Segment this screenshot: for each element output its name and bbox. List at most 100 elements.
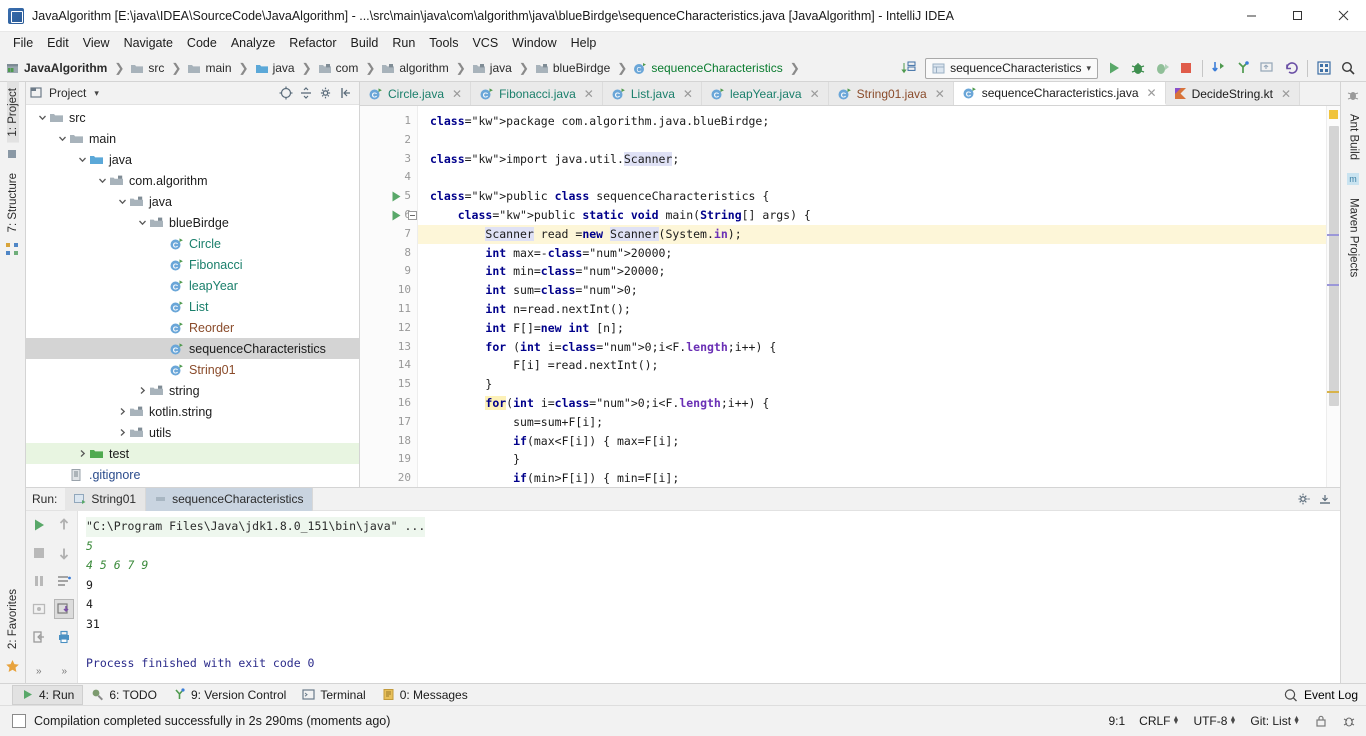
inspections-icon[interactable] [1342,714,1356,728]
tree-expand-arrow-icon[interactable] [136,384,149,397]
pause-icon[interactable] [29,571,49,591]
scroll-down-icon[interactable] [54,543,74,563]
tree-expand-arrow-icon[interactable] [76,447,89,460]
tree-node-main[interactable]: main [26,128,359,149]
stop-icon[interactable] [1174,57,1198,79]
tree-node--gitignore[interactable]: .gitignore [26,464,359,485]
breadcrumb-src[interactable]: src ❯ [130,61,187,75]
file-encoding[interactable]: UTF-8 ▲▼ [1193,714,1236,728]
minimize-button[interactable] [1228,0,1274,32]
coverage-icon[interactable] [1150,57,1174,79]
expand-icon[interactable]: » [29,661,49,681]
code-line[interactable]: int max=-class="num">20000; [430,244,1326,263]
breadcrumb-project[interactable]: JavaAlgorithm ❯ [6,61,130,75]
event-log-label[interactable]: Event Log [1304,688,1358,702]
menu-run[interactable]: Run [385,33,422,54]
lock-icon[interactable] [1314,714,1328,728]
gear-icon[interactable] [1295,490,1313,508]
sidebar-tab-structure[interactable]: 7: Structure [7,167,19,238]
editor-tab-circle-java[interactable]: CCircle.java✕ [360,82,471,105]
commit-icon[interactable] [1231,57,1255,79]
code-line[interactable]: class="kw">package com.algorithm.java.bl… [430,112,1326,131]
run-gutter-icon[interactable] [390,209,403,222]
run-gutter-icon[interactable] [390,190,403,203]
tree-expand-arrow-icon[interactable] [96,174,109,187]
soft-wrap-icon[interactable] [54,571,74,591]
code-line[interactable]: int F[]=new int [n]; [430,319,1326,338]
code-line[interactable]: class="kw">public class sequenceCharacte… [430,187,1326,206]
code-line[interactable]: sum=sum+F[i]; [430,413,1326,432]
editor-tab-sequencecharacteristics-java[interactable]: CsequenceCharacteristics.java✕ [954,82,1166,105]
tree-expand-arrow-icon[interactable] [156,321,169,334]
tree-expand-arrow-icon[interactable] [136,216,149,229]
maximize-button[interactable] [1274,0,1320,32]
close-tab-icon[interactable]: ✕ [1147,86,1157,100]
editor-tab-bar[interactable]: CCircle.java✕CFibonacci.java✕CList.java✕… [360,82,1340,106]
menu-view[interactable]: View [76,33,117,54]
editor-tab-string01-java[interactable]: CString01.java✕ [829,82,954,105]
tree-expand-arrow-icon[interactable] [116,426,129,439]
code-line[interactable]: } [430,450,1326,469]
tree-node-string[interactable]: string [26,380,359,401]
menu-edit[interactable]: Edit [40,33,76,54]
code-line[interactable]: for (int i=class="num">0;i<F.length;i++)… [430,338,1326,357]
update-project-icon[interactable] [1207,57,1231,79]
print-icon[interactable] [54,627,74,647]
menu-tools[interactable]: Tools [422,33,465,54]
run-configuration-selector[interactable]: sequenceCharacteristics ▾ [925,58,1098,79]
search-everywhere-icon[interactable] [1336,57,1360,79]
hide-icon[interactable] [337,84,355,102]
tree-expand-arrow-icon[interactable] [156,363,169,376]
code-line[interactable] [430,168,1326,187]
code-line[interactable] [430,131,1326,150]
tree-node-fibonacci[interactable]: CFibonacci [26,254,359,275]
scroll-to-end-icon[interactable] [54,599,74,619]
breadcrumb-java-pkg[interactable]: java ❯ [472,61,535,75]
tool-window-todo[interactable]: 6: TODO [83,686,165,704]
git-branch[interactable]: Git: List ▲▼ [1250,714,1300,728]
tree-node-circle[interactable]: CCircle [26,233,359,254]
tree-expand-arrow-icon[interactable] [156,300,169,313]
menu-help[interactable]: Help [564,33,604,54]
tree-node-java[interactable]: java [26,149,359,170]
undo-icon[interactable] [1279,57,1303,79]
editor-tab-decidestring-kt[interactable]: DecideString.kt✕ [1166,82,1300,105]
tree-node-com-algorithm[interactable]: com.algorithm [26,170,359,191]
code-fold-icon[interactable] [408,211,417,220]
tree-node-src[interactable]: src [26,107,359,128]
breadcrumb-com[interactable]: com ❯ [318,61,382,75]
tree-expand-arrow-icon[interactable] [56,132,69,145]
rerun-icon[interactable] [29,515,49,535]
run-tab-sequencecharacteristics[interactable]: sequenceCharacteristics [146,488,313,511]
breadcrumb-java-source[interactable]: java ❯ [255,61,318,75]
scroll-up-icon[interactable] [54,515,74,535]
run-icon[interactable] [1102,57,1126,79]
breadcrumb-bluebirdge[interactable]: blueBirdge ❯ [535,61,633,75]
code-line[interactable]: F[i] =read.nextInt(); [430,356,1326,375]
collapse-all-icon[interactable] [297,84,315,102]
tree-expand-arrow-icon[interactable] [156,342,169,355]
sidebar-tab-ant-build[interactable]: Ant Build [1348,108,1360,166]
tree-node-string01[interactable]: CString01 [26,359,359,380]
code-line[interactable]: } [430,375,1326,394]
tree-expand-arrow-icon[interactable] [56,468,69,481]
code-line[interactable]: Scanner read =new Scanner(System.in); [418,225,1326,244]
tree-expand-arrow-icon[interactable] [116,405,129,418]
editor-tab-fibonacci-java[interactable]: CFibonacci.java✕ [471,82,603,105]
tree-expand-arrow-icon[interactable] [156,258,169,271]
hide-icon[interactable] [1316,490,1334,508]
run-tab-string01[interactable]: String01 [65,488,146,511]
chevron-down-icon[interactable]: ▾ [94,88,99,99]
code-line[interactable]: if(min>F[i]) { min=F[i]; [430,469,1326,488]
close-tab-icon[interactable]: ✕ [584,87,594,101]
code-line[interactable]: int min=class="num">20000; [430,262,1326,281]
tree-node-utils[interactable]: utils [26,422,359,443]
close-tab-icon[interactable]: ✕ [810,87,820,101]
code-line[interactable]: class="kw">public static void main(Strin… [430,206,1326,225]
close-run-icon[interactable] [29,627,49,647]
tree-expand-arrow-icon[interactable] [156,237,169,250]
sidebar-tab-favorites[interactable]: 2: Favorites [7,583,19,655]
menu-navigate[interactable]: Navigate [117,33,180,54]
menu-code[interactable]: Code [180,33,224,54]
close-tab-icon[interactable]: ✕ [935,87,945,101]
